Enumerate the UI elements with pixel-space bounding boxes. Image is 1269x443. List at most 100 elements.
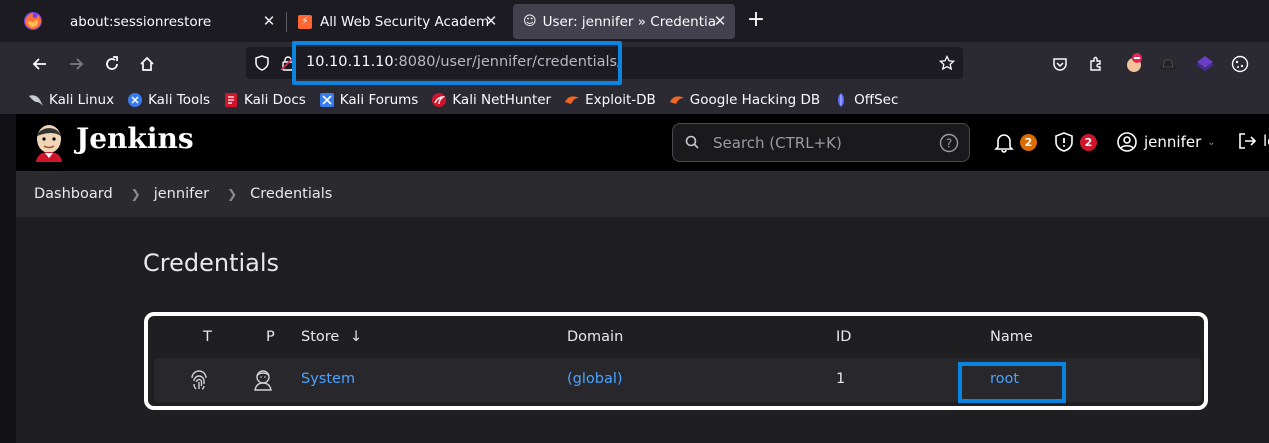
shield-icon[interactable] [254,55,270,71]
tab-title: about:sessionrestore [70,13,212,30]
logout-label: lo [1263,132,1269,150]
bookmark-kali-nethunter[interactable]: Kali NetHunter [431,92,551,108]
svg-text:?: ? [946,137,952,151]
bookmark-label: Kali Docs [244,92,306,108]
breadcrumb-dashboard[interactable]: Dashboard [34,186,113,202]
bookmark-kali-linux[interactable]: Kali Linux [28,92,114,108]
chevron-down-icon: ⌄ [1207,136,1216,148]
bookmark-label: Kali Forums [339,92,419,108]
navigation-toolbar: 10.10.11.10:8080/user/jennifer/credentia… [0,42,1269,86]
bell-icon [994,134,1014,153]
arrow-right-icon [70,58,84,70]
main-content: Credentials T P Store ↓ Domain ID Name S… [16,217,1269,443]
star-icon[interactable] [939,55,955,71]
exploitdb-icon [564,92,580,108]
user-icon [1117,132,1137,152]
offsec-icon [833,92,849,108]
column-header-id[interactable]: ID [836,329,851,345]
help-icon[interactable]: ? [939,133,959,153]
close-icon[interactable]: ✕ [711,12,729,30]
bookmark-label: Kali Tools [148,92,210,108]
jenkins-provider-icon [254,370,272,391]
bookmark-label: Kali NetHunter [452,92,552,108]
shield-alert-icon [1055,132,1073,152]
close-icon[interactable]: ✕ [260,12,278,30]
new-tab-button[interactable]: + [744,9,768,33]
tab-sessionrestore[interactable]: about:sessionrestore ✕ [62,4,284,39]
extensions-icon[interactable] [1088,56,1104,72]
logout-icon [1239,133,1257,149]
tab-title: All Web Security Academy [320,13,488,30]
user-menu[interactable]: jennifer ⌄ [1116,131,1216,153]
security-alerts-button[interactable]: 2 [1053,131,1097,153]
home-button[interactable] [135,52,159,76]
page-title: Credentials [143,249,280,277]
name-highlight-box [958,362,1066,403]
bookmark-kali-tools[interactable]: Kali Tools [127,92,210,108]
reload-icon [106,56,118,70]
burp-academy-icon: ⚡ [298,14,312,29]
sort-arrow-icon: ↓ [349,329,363,345]
jenkins-brand[interactable]: Jenkins [76,122,194,155]
home-icon [140,56,154,71]
column-header-store[interactable]: Store ↓ [301,329,362,345]
bookmark-offsec[interactable]: OffSec [833,92,898,108]
bookmark-label: Kali Linux [49,92,115,108]
forward-button[interactable] [64,52,88,76]
tab-credentials[interactable]: ☺ User: jennifer » Credentials ✕ [513,4,735,39]
logout-button[interactable]: lo [1237,131,1269,151]
window-edge [0,114,16,443]
bookmark-google-hacking-db[interactable]: Google Hacking DB [669,92,820,108]
arrow-left-icon [32,58,46,70]
search-box[interactable]: Search (CTRL+K) ? [672,123,970,162]
close-icon[interactable]: ✕ [482,12,500,30]
hackbar-icon[interactable] [1124,52,1144,74]
bookmark-label: OffSec [854,92,899,108]
jenkins-logo[interactable] [32,122,66,162]
fingerprint-icon [191,370,207,390]
pocket-icon[interactable] [1052,56,1068,72]
bookmark-kali-docs[interactable]: Kali Docs [223,92,306,108]
spy-hat-icon[interactable] [1158,58,1178,70]
domain-link[interactable]: (global) [567,371,623,387]
wappalyzer-icon[interactable] [1196,55,1214,73]
store-link[interactable]: System [301,371,355,387]
search-icon [685,135,699,149]
tab-bar: about:sessionrestore ✕ ⚡ All Web Securit… [0,0,1269,42]
credential-id: 1 [836,371,846,387]
bookmark-kali-forums[interactable]: Kali Forums [319,92,419,108]
back-button[interactable] [28,52,52,76]
tab-divider [286,12,287,32]
browser-window: about:sessionrestore ✕ ⚡ All Web Securit… [0,0,1269,443]
cookie-icon[interactable] [1231,55,1249,73]
bookmark-exploit-db[interactable]: Exploit-DB [564,92,656,108]
jenkins-favicon-icon: ☺ [523,14,537,29]
ghdb-icon [669,92,685,108]
tab-web-security-academy[interactable]: ⚡ All Web Security Academy ✕ [288,4,506,39]
chevron-right-icon: ❯ [227,187,238,201]
column-header-name[interactable]: Name [990,329,1033,345]
chevron-right-icon: ❯ [130,187,141,201]
bookmarks-toolbar: Kali Linux Kali Tools Kali Docs Kali For… [0,86,1269,114]
breadcrumb-jennifer[interactable]: jennifer [154,186,209,202]
nethunter-icon [431,92,447,108]
store-header-label: Store [301,329,340,345]
bookmark-label: Google Hacking DB [689,92,821,108]
kali-docs-icon [223,92,239,108]
bookmark-label: Exploit-DB [585,92,656,108]
url-highlight-box [292,41,622,85]
notifications-button[interactable]: 2 [993,131,1037,153]
kali-tools-icon [127,92,143,108]
breadcrumb-credentials[interactable]: Credentials [250,186,332,202]
breadcrumb: Dashboard ❯ jennifer ❯ Credentials [16,171,1269,217]
search-placeholder: Search (CTRL+K) [713,134,842,152]
reload-button[interactable] [100,52,124,76]
jenkins-header: Jenkins Search (CTRL+K) ? 2 2 jennifer ⌄… [16,114,1269,171]
firefox-icon[interactable] [22,10,44,32]
username-label: jennifer [1144,133,1202,151]
column-header-domain[interactable]: Domain [567,329,623,345]
tab-title: User: jennifer » Credentials [542,13,715,30]
column-header-provider[interactable]: P [266,329,275,345]
column-header-type[interactable]: T [203,329,212,345]
notifications-badge: 2 [1020,133,1037,151]
